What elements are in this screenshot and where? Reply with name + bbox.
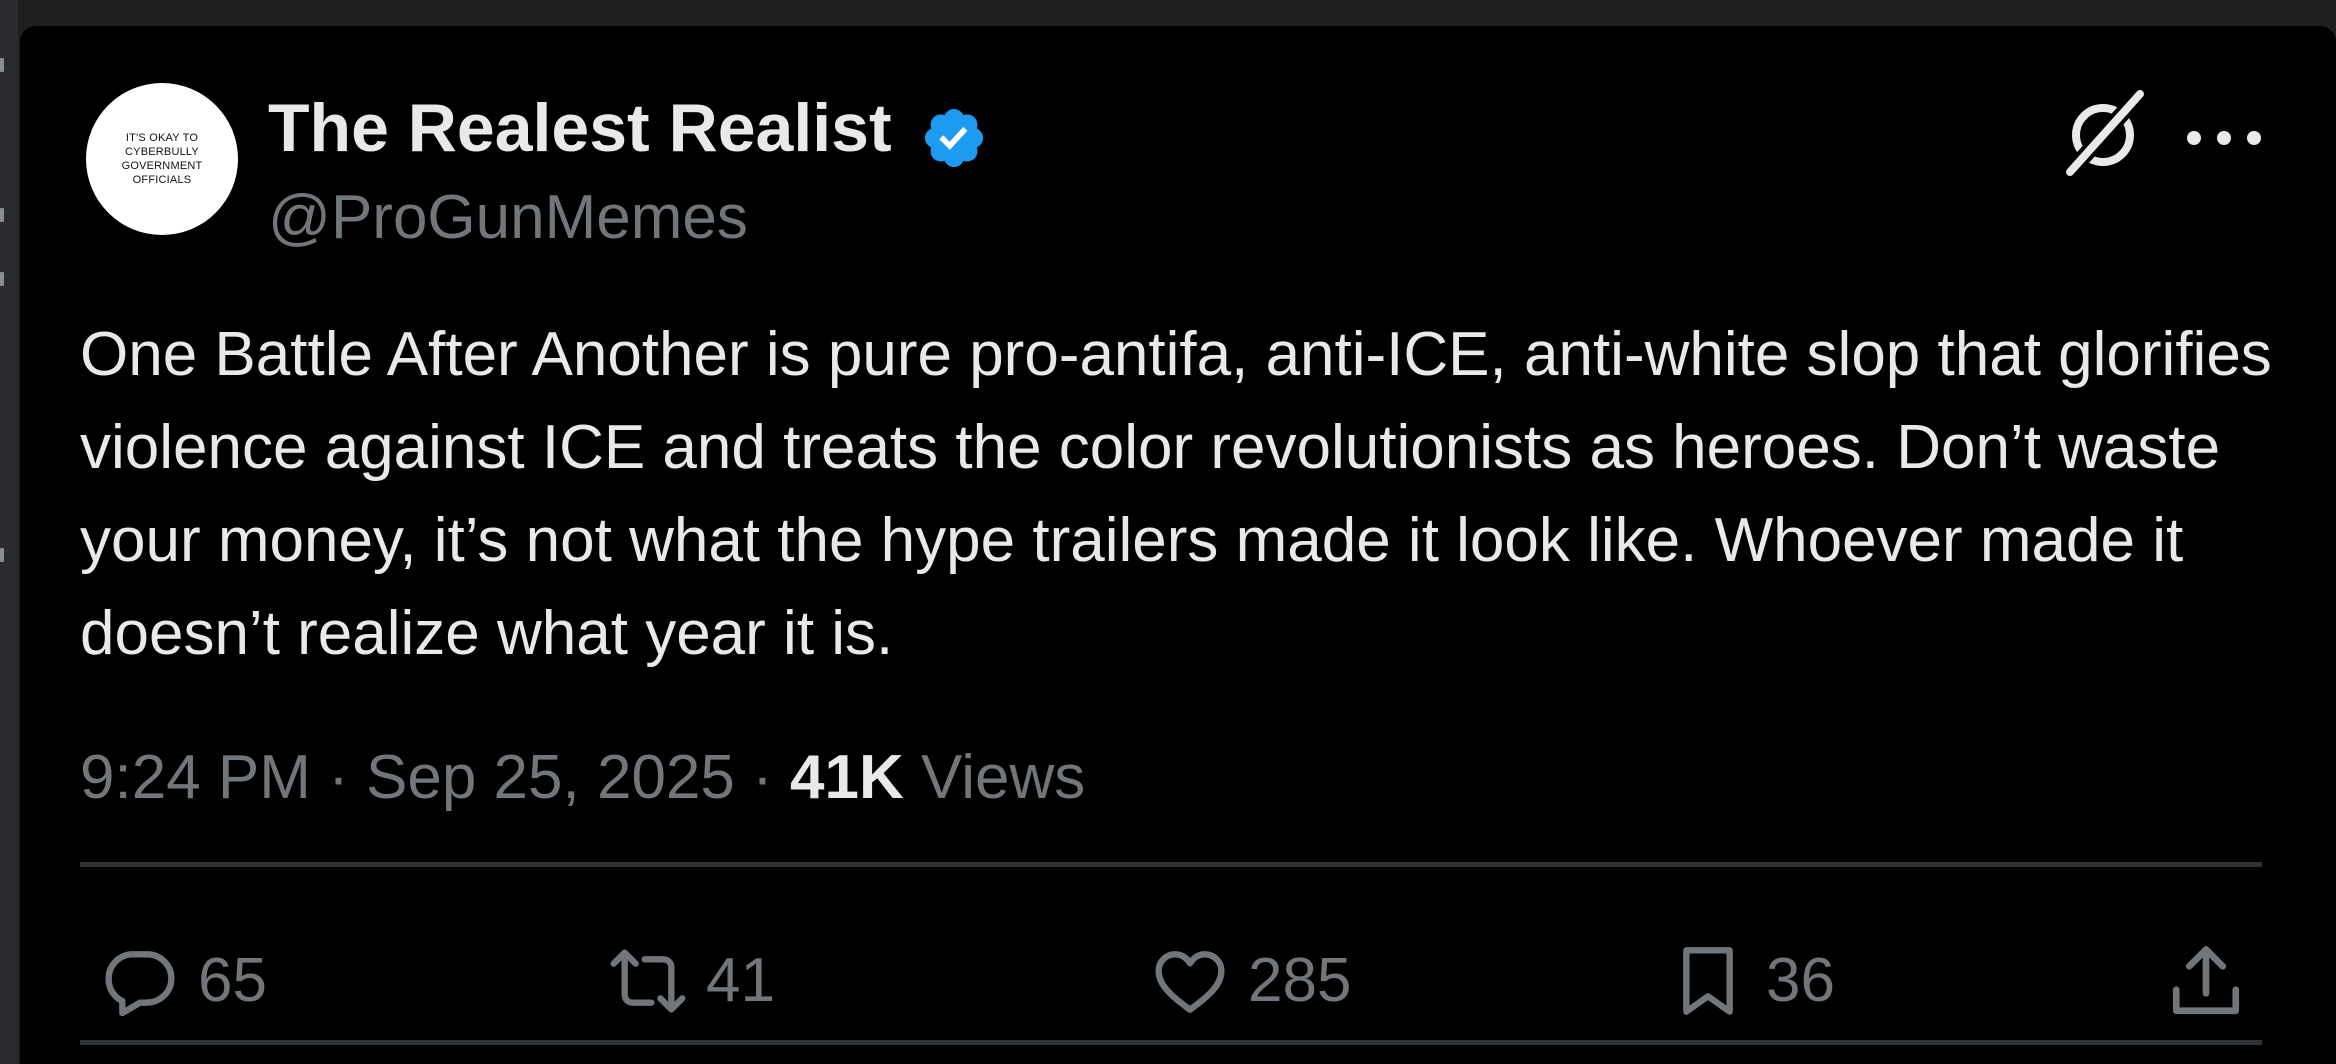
bookmark-icon (1683, 947, 1733, 1015)
like-button[interactable]: 285 (1150, 926, 1351, 1036)
meta-separator: · (310, 743, 367, 812)
tweet-time[interactable]: 9:24 PM (80, 743, 311, 812)
share-icon (2172, 946, 2240, 1015)
tweet-card: IT'S OKAY TO CYBERBULLY GOVERNMENT OFFIC… (20, 26, 2336, 1064)
tweet-date[interactable]: Sep 25, 2025 (366, 743, 735, 812)
views-count[interactable]: 41K (790, 743, 904, 812)
bookmark-button[interactable]: 36 (1668, 926, 1835, 1036)
verified-badge-icon (924, 108, 984, 168)
reply-count: 65 (198, 946, 267, 1015)
avatar[interactable]: IT'S OKAY TO CYBERBULLY GOVERNMENT OFFIC… (86, 83, 238, 235)
divider (80, 862, 2262, 867)
like-count: 285 (1248, 946, 1352, 1015)
reply-button[interactable]: 65 (100, 926, 267, 1036)
tweet-meta: 9:24 PM · Sep 25, 2025 · 41K Views (80, 738, 1085, 818)
tweet-text: One Battle After Another is pure pro-ant… (80, 320, 2290, 668)
background-window-edge (0, 0, 18, 1064)
edge-mark (0, 272, 4, 286)
heart-icon (1155, 951, 1225, 1013)
edge-mark (0, 548, 4, 562)
reply-icon (105, 951, 175, 1017)
repost-count: 41 (706, 946, 775, 1015)
bookmark-count: 36 (1766, 946, 1835, 1015)
edge-mark (0, 58, 4, 72)
repost-button[interactable]: 41 (608, 926, 775, 1036)
grok-icon[interactable] (2056, 86, 2150, 180)
more-options-icon[interactable] (2180, 126, 2268, 150)
meta-separator: · (734, 743, 791, 812)
action-bar: 65 41 285 36 (20, 926, 2336, 1036)
author-name[interactable]: The Realest Realist (268, 88, 892, 168)
views-label: Views (903, 743, 1086, 812)
divider (80, 1040, 2262, 1045)
repost-icon (610, 949, 686, 1013)
avatar-text: IT'S OKAY TO CYBERBULLY GOVERNMENT OFFIC… (121, 132, 203, 186)
edge-mark (0, 208, 4, 222)
share-button[interactable] (2164, 926, 2248, 1036)
author-handle[interactable]: @ProGunMemes (268, 182, 748, 254)
